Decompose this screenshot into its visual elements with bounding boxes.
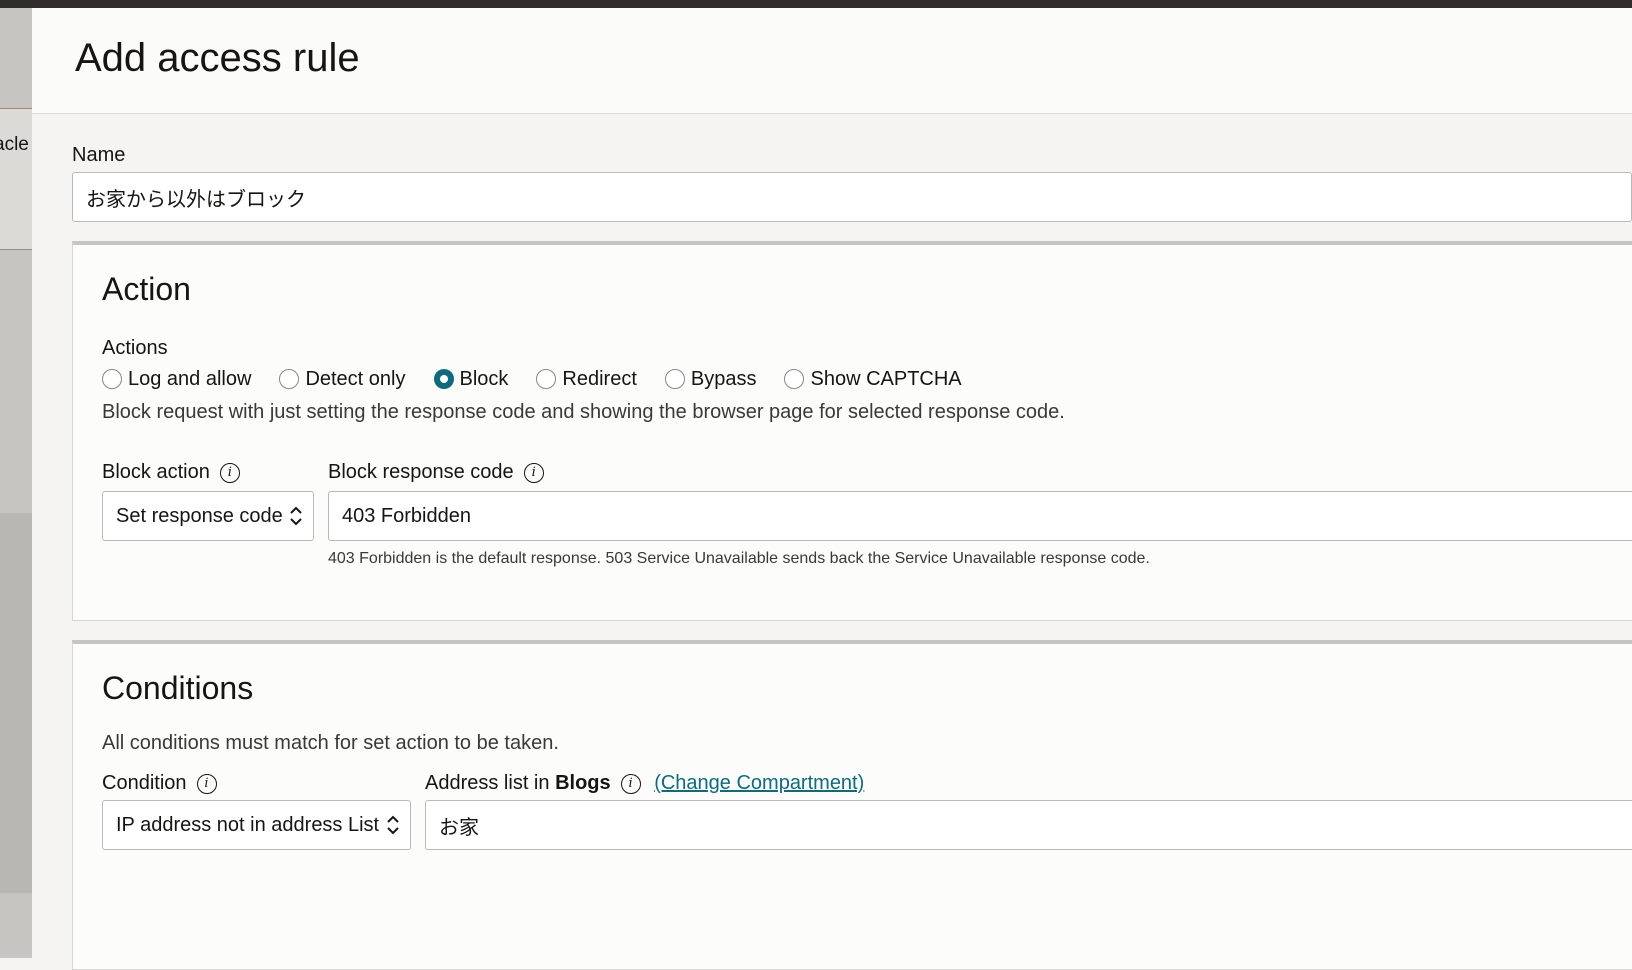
- info-icon[interactable]: i: [620, 773, 641, 794]
- background-console-text: acle: [0, 134, 29, 155]
- condition-label-row: Condition i: [102, 772, 217, 795]
- info-icon[interactable]: i: [219, 462, 240, 483]
- compartment-name: Blogs: [555, 772, 611, 794]
- top-bar: [0, 0, 1632, 8]
- info-icon[interactable]: i: [196, 773, 217, 794]
- condition-label: Condition: [102, 772, 187, 794]
- address-list-label: Address list in: [425, 772, 550, 794]
- response-code-help-text: 403 Forbidden is the default response. 5…: [328, 550, 1150, 567]
- info-icon[interactable]: i: [523, 462, 544, 483]
- panel-header: Add access rule: [32, 8, 1632, 114]
- address-list-select-value: お家: [439, 816, 479, 839]
- conditions-description: All conditions must match for set action…: [102, 732, 559, 754]
- radio-icon: [279, 369, 300, 389]
- radio-redirect[interactable]: Redirect: [536, 368, 637, 391]
- radio-icon: [664, 369, 685, 389]
- block-action-select-value: Set response code: [116, 504, 283, 527]
- actions-label: Actions: [102, 337, 168, 359]
- action-card: Action Actions Log and allow Detect only…: [72, 241, 1632, 621]
- radio-detect-only[interactable]: Detect only: [279, 368, 406, 391]
- name-input[interactable]: お家から以外はブロック: [72, 172, 1632, 222]
- add-access-rule-panel: Add access rule Name お家から以外はブロック Action …: [32, 8, 1632, 970]
- response-code-select[interactable]: 403 Forbidden: [328, 491, 1632, 541]
- radio-show-captcha[interactable]: Show CAPTCHA: [784, 368, 962, 391]
- response-code-label: Block response code: [328, 461, 514, 483]
- response-code-select-value: 403 Forbidden: [342, 504, 471, 527]
- radio-icon: [102, 369, 122, 389]
- radio-icon: [536, 369, 557, 389]
- block-action-label-row: Block action i: [102, 461, 240, 484]
- radio-block[interactable]: Block: [433, 368, 508, 391]
- action-description: Block request with just setting the resp…: [102, 401, 1065, 423]
- response-code-label-row: Block response code i: [328, 461, 544, 484]
- change-compartment-link[interactable]: (Change Compartment): [654, 772, 864, 794]
- condition-select[interactable]: IP address not in address List: [102, 800, 411, 850]
- chevron-updown-icon: [387, 815, 399, 835]
- address-list-select[interactable]: お家: [425, 800, 1632, 850]
- radio-bypass[interactable]: Bypass: [664, 368, 756, 391]
- background-console-edge: acle: [0, 8, 32, 958]
- name-label: Name: [72, 144, 126, 166]
- address-list-label-row: Address list in Blogs i (Change Compartme…: [425, 772, 864, 795]
- chevron-updown-icon: [290, 506, 302, 526]
- radio-checked-icon: [433, 369, 454, 389]
- block-action-label: Block action: [102, 461, 210, 483]
- name-input-value: お家から以外はブロック: [86, 188, 306, 211]
- radio-icon: [784, 369, 805, 389]
- action-section-title: Action: [102, 271, 191, 307]
- block-action-select[interactable]: Set response code: [102, 491, 314, 541]
- actions-radio-group: Log and allow Detect only Block Redirect…: [102, 365, 990, 393]
- conditions-section-title: Conditions: [102, 670, 254, 706]
- conditions-card: Conditions All conditions must match for…: [72, 640, 1632, 970]
- radio-log-and-allow[interactable]: Log and allow: [102, 368, 251, 391]
- panel-title: Add access rule: [75, 36, 360, 80]
- condition-select-value: IP address not in address List: [116, 813, 380, 836]
